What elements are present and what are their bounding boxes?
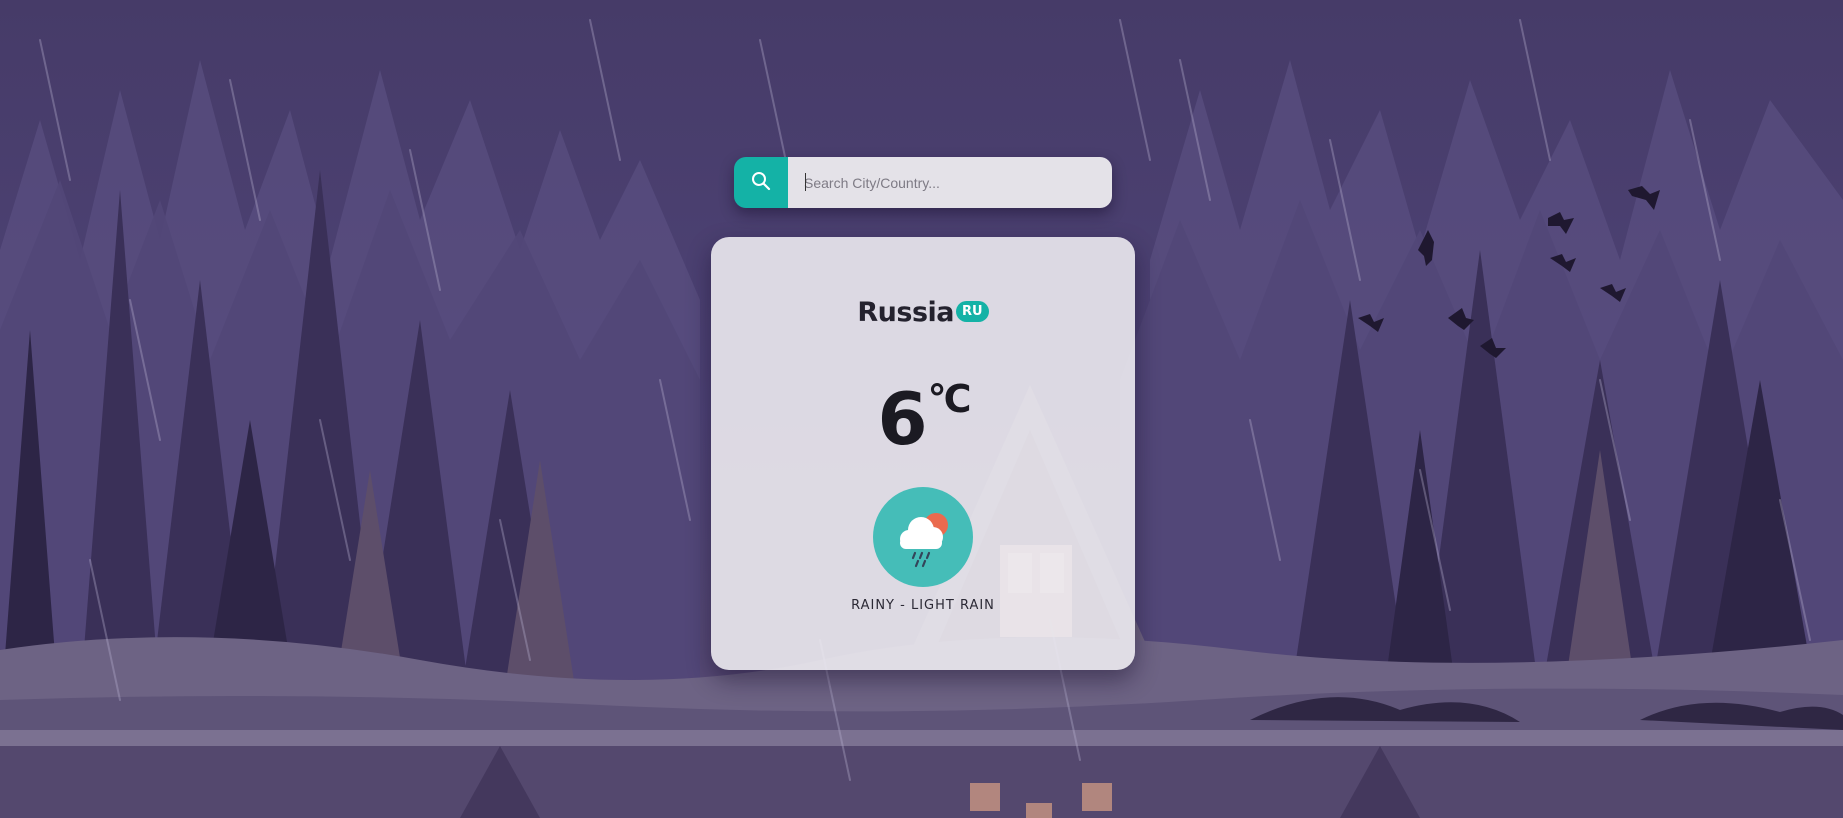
search-input[interactable] (788, 157, 1112, 208)
temperature-unit: °C (927, 377, 972, 421)
search-button[interactable] (734, 157, 788, 208)
weather-description: RAINY - LIGHT RAIN (851, 598, 995, 613)
search-bar (734, 157, 1112, 208)
weather-card: Russia RU 6°C RAINY - LIGHT RAIN (711, 237, 1135, 670)
country-code-badge: RU (956, 301, 989, 322)
location: Russia RU (711, 297, 1135, 328)
temperature: 6°C (711, 377, 1135, 461)
weather-icon-container (873, 487, 973, 587)
temperature-value: 6 (877, 377, 928, 461)
country-name: Russia (857, 297, 955, 328)
search-icon (751, 171, 771, 195)
weather-app: RussiaRU 6°C (0, 0, 1843, 818)
text-caret (805, 173, 806, 191)
rain-cloud-sun-icon (900, 513, 948, 568)
